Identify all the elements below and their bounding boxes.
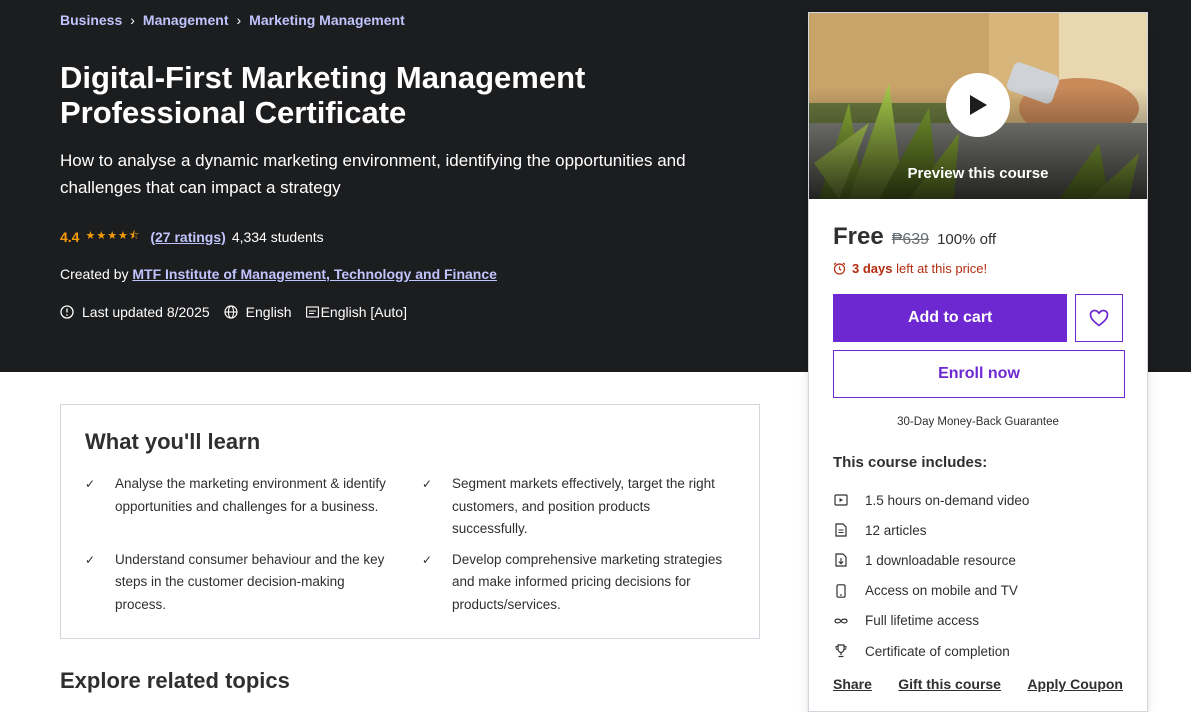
captions-icon [305,306,319,318]
current-price: Free [833,223,884,250]
download-icon [833,553,849,568]
includes-item-text: Full lifetime access [865,613,980,629]
globe-icon [224,305,238,319]
course-preview[interactable]: Preview this course [809,13,1147,199]
includes-item: 12 articles [833,515,1123,545]
cart-actions: Add to cart [833,294,1123,342]
breadcrumb-management[interactable]: Management [143,12,229,28]
infinity-icon [833,617,849,625]
what-you-learn-title: What you'll learn [85,429,261,454]
breadcrumb-business[interactable]: Business [60,12,122,28]
includes-item-text: 1.5 hours on-demand video [865,492,1030,508]
enroll-now-button[interactable]: Enroll now [833,350,1125,398]
star-rating-icon: ★★★★⯪ [85,230,141,242]
video-icon [833,493,849,507]
instructor-link[interactable]: MTF Institute of Management, Technology … [132,266,497,282]
ratings-link[interactable]: (27 ratings) [150,229,225,245]
last-updated: Last updated 8/2025 [60,304,210,320]
breadcrumb: Business › Management › Marketing Manage… [60,12,405,28]
timer-text: left at this price! [896,261,988,276]
chevron-right-icon: › [130,12,135,28]
learn-item-text: Develop comprehensive marketing strategi… [452,551,723,612]
includes-item-text: Certificate of completion [865,643,1010,659]
learn-item: ✓ Segment markets effectively, target th… [422,473,735,541]
discount-percent: 100% off [937,231,997,248]
check-icon: ✓ [422,477,433,491]
explore-related-topics-title: Explore related topics [60,668,290,693]
sidebar-body: Free ₱639 100% off 3 days left at this p… [809,199,1147,692]
check-icon: ✓ [85,477,96,491]
course-title: Digital-First Marketing Management Profe… [60,60,586,130]
captions-text: English [Auto] [320,304,407,320]
last-updated-text: Last updated 8/2025 [82,304,210,320]
language: English [224,304,292,320]
wishlist-button[interactable] [1075,294,1123,342]
includes-list: 1.5 hours on-demand video 12 articles 1 … [833,485,1123,666]
language-text: English [245,304,292,320]
alert-icon [60,305,74,319]
includes-title: This course includes: [833,454,988,471]
price-row: Free ₱639 100% off [833,223,1123,251]
breadcrumb-marketing-management[interactable]: Marketing Management [249,12,405,28]
what-you-learn-section: What you'll learn ✓ Analyse the marketin… [60,404,760,639]
trophy-icon [833,644,849,658]
alarm-clock-icon [833,262,846,275]
created-by: Created by MTF Institute of Management, … [60,266,497,282]
sidebar-links: Share Gift this course Apply Coupon [833,676,1123,692]
preview-label: Preview this course [907,165,1049,182]
money-back-guarantee: 30-Day Money-Back Guarantee [897,416,1059,428]
play-button[interactable] [946,73,1010,137]
course-meta: Last updated 8/2025 English English [Aut… [60,304,413,320]
learn-item: ✓ Understand consumer behaviour and the … [85,549,398,617]
apply-coupon-link[interactable]: Apply Coupon [1027,676,1123,692]
learn-item-text: Analyse the marketing environment & iden… [115,476,386,514]
includes-item: Certificate of completion [833,636,1123,666]
rating-value: 4.4 [60,228,80,245]
share-link[interactable]: Share [833,676,872,692]
check-icon: ✓ [85,552,96,567]
mobile-icon [833,583,849,598]
learn-item-text: Understand consumer behaviour and the ke… [115,551,385,612]
includes-item: 1.5 hours on-demand video [833,485,1123,515]
discount-timer: 3 days left at this price! [833,261,1123,276]
chevron-right-icon: › [236,12,242,28]
original-price: ₱639 [891,231,930,248]
students-count: 4,334 students [231,228,324,245]
add-to-cart-button[interactable]: Add to cart [833,294,1068,342]
timer-days: 3 days [852,261,893,276]
includes-item: 1 downloadable resource [833,545,1123,575]
captions: English [Auto] [305,304,407,320]
created-by-label: Created by [60,266,129,282]
learn-item: ✓ Develop comprehensive marketing strate… [422,549,735,617]
learn-item-text: Segment markets effectively, target the … [452,476,715,536]
check-icon: ✓ [422,552,433,567]
rating-row: 4.4 ★★★★⯪ (27 ratings) 4,334 students [60,227,324,246]
purchase-sidebar: Preview this course Free ₱639 100% off 3… [808,12,1148,712]
includes-item: Full lifetime access [833,606,1123,636]
learn-list: ✓ Analyse the marketing environment & id… [85,473,735,616]
gift-course-link[interactable]: Gift this course [898,676,1001,692]
play-icon [970,95,987,115]
includes-item-text: 12 articles [865,522,927,538]
includes-item-text: 1 downloadable resource [865,552,1016,568]
includes-item-text: Access on mobile and TV [865,583,1018,599]
heart-icon [1089,309,1109,327]
article-icon [833,523,849,537]
includes-item: Access on mobile and TV [833,576,1123,606]
course-subtitle: How to analyse a dynamic marketing envir… [60,151,686,197]
learn-item: ✓ Analyse the marketing environment & id… [85,473,398,541]
